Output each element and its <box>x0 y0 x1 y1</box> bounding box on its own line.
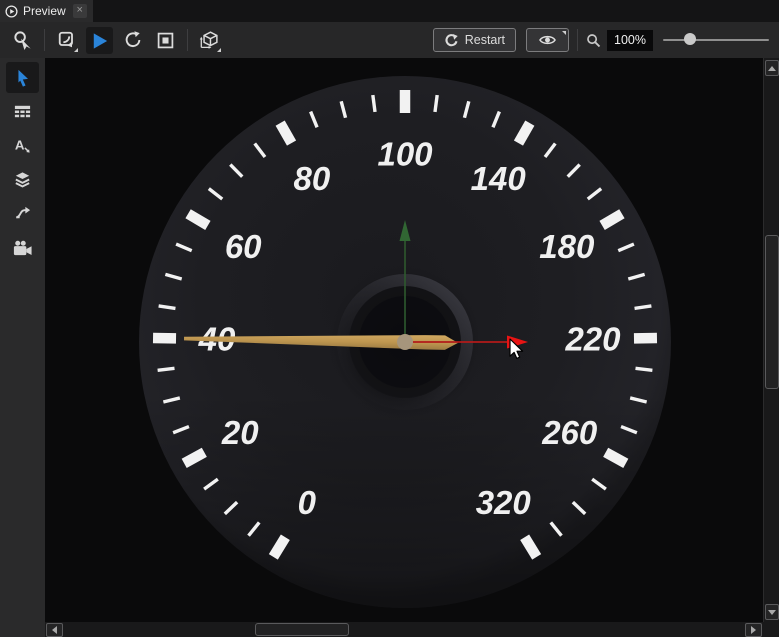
gauge-label: 220 <box>564 321 621 358</box>
gauge-label: 80 <box>293 160 330 197</box>
gauge-minor-tick <box>158 368 175 370</box>
toolbar-right-group: Restart 100% <box>433 27 771 53</box>
zoom-slider[interactable] <box>663 27 771 53</box>
scroll-up-button[interactable] <box>765 60 779 76</box>
scrollbar-corner <box>763 622 779 637</box>
toolbar-separator <box>187 29 188 51</box>
dropdown-corner-icon <box>562 31 566 35</box>
left-tool-sidebar: A <box>0 58 45 637</box>
table-icon <box>13 102 32 121</box>
visibility-button[interactable] <box>526 28 569 52</box>
zoom-slider-handle[interactable] <box>684 33 696 45</box>
video-camera-icon <box>12 239 33 257</box>
tab-title: Preview <box>23 0 66 22</box>
horizontal-scroll-thumb[interactable] <box>255 623 349 636</box>
gauge-label: 100 <box>377 136 433 173</box>
tab-bar: Preview × <box>0 0 779 22</box>
cursor-arrow-icon <box>13 68 33 88</box>
gauge-label: 320 <box>476 484 532 521</box>
toolbar-separator <box>44 29 45 51</box>
svg-text:A: A <box>15 137 25 152</box>
rotate-arrow-icon <box>123 30 143 50</box>
gauge-minor-tick <box>435 95 437 112</box>
gauge-label: 60 <box>225 228 262 265</box>
branch-arrow-icon <box>13 204 32 223</box>
gauge-minor-tick <box>635 368 652 370</box>
triangle-up-icon <box>768 66 776 71</box>
layers-icon <box>13 170 32 189</box>
rotate-tool-button[interactable] <box>119 27 146 54</box>
pick-tool-button[interactable] <box>9 27 36 54</box>
gauge-label: 140 <box>471 160 527 197</box>
dropdown-corner-icon <box>74 48 78 52</box>
scroll-left-button[interactable] <box>46 623 63 637</box>
vertical-scroll-thumb[interactable] <box>765 235 779 389</box>
zoom-level-field[interactable]: 100% <box>607 30 653 51</box>
tab-preview[interactable]: Preview × <box>0 0 93 22</box>
select-tool-button[interactable] <box>6 62 39 93</box>
transform-view-tool-button[interactable] <box>53 27 80 54</box>
scroll-down-button[interactable] <box>765 604 779 620</box>
preview-viewport[interactable]: 020406080100140180220260320 <box>45 58 763 622</box>
layers-button[interactable] <box>6 164 39 195</box>
gauge-label: 0 <box>298 484 317 521</box>
toolbar: Restart 100% <box>0 22 779 58</box>
eye-icon <box>539 34 556 46</box>
speedometer-gauge: 020406080100140180220260320 <box>45 58 763 622</box>
table-view-button[interactable] <box>6 96 39 127</box>
restart-button[interactable]: Restart <box>433 28 516 52</box>
gauge-minor-tick <box>373 95 375 112</box>
triangle-right-icon <box>751 626 756 634</box>
magnifier-icon <box>586 33 601 48</box>
cube-3d-tool-button[interactable] <box>196 27 223 54</box>
gauge-label: 260 <box>541 414 598 451</box>
connections-button[interactable] <box>6 198 39 229</box>
restart-label: Restart <box>465 33 505 47</box>
horizontal-scrollbar[interactable] <box>45 622 763 637</box>
triangle-left-icon <box>52 626 57 634</box>
gizmo-origin-dot <box>397 334 413 350</box>
play-mode-tool-button[interactable] <box>86 27 113 54</box>
refresh-icon <box>444 33 459 48</box>
scroll-right-button[interactable] <box>745 623 762 637</box>
play-triangle-icon <box>89 30 110 51</box>
preview-play-circle-icon <box>5 5 18 18</box>
gauge-label: 180 <box>539 228 595 265</box>
camera-button[interactable] <box>6 232 39 263</box>
zoom-slider-track <box>663 39 769 41</box>
triangle-down-icon <box>768 610 776 615</box>
tab-close-icon[interactable]: × <box>73 4 87 18</box>
text-a-icon: A <box>13 136 32 155</box>
dropdown-corner-icon <box>217 48 221 52</box>
frame-select-tool-button[interactable] <box>152 27 179 54</box>
square-in-square-icon <box>156 31 175 50</box>
vertical-scrollbar[interactable] <box>763 58 779 622</box>
text-tool-button[interactable]: A <box>6 130 39 161</box>
preview-window: Preview × <box>0 0 779 637</box>
toolbar-separator <box>577 29 578 51</box>
cursor-tap-icon <box>12 30 33 51</box>
gauge-label: 20 <box>221 414 259 451</box>
